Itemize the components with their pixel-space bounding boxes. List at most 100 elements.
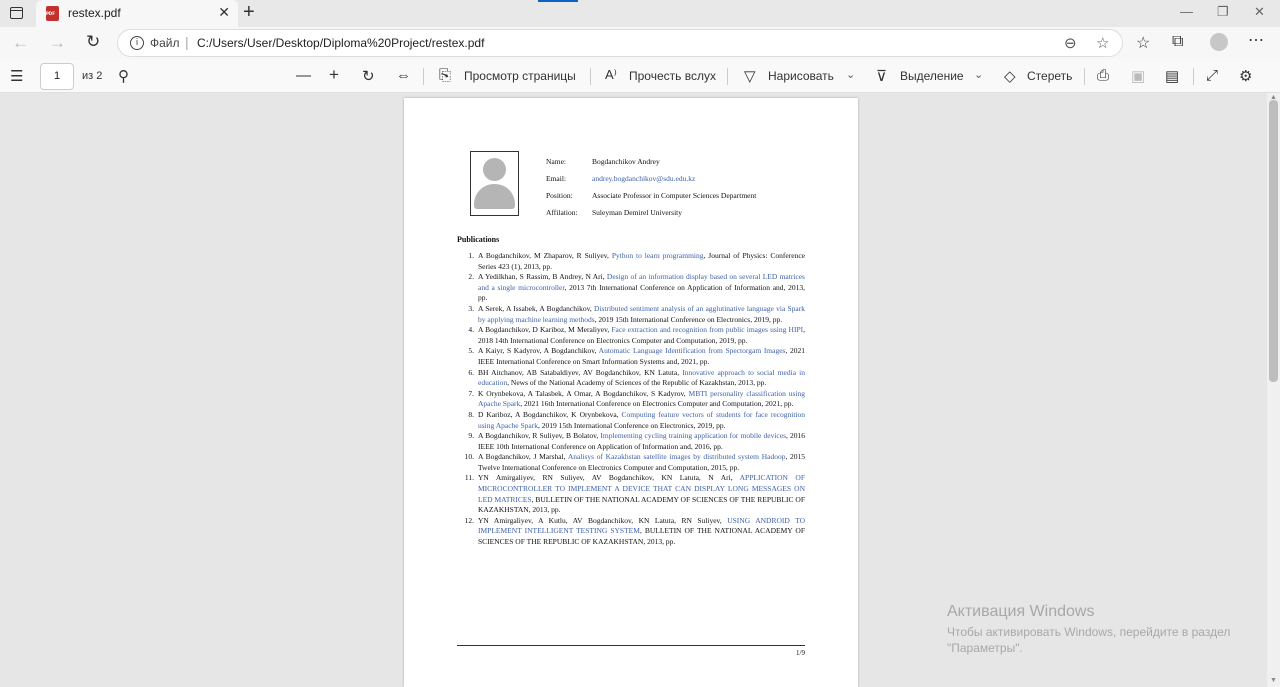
page-count: из 2 <box>82 70 103 82</box>
pub-number: 6. <box>468 367 474 377</box>
search-icon[interactable]: ⚲ <box>118 67 129 85</box>
more-options-icon[interactable]: ⋯ <box>1248 30 1265 50</box>
separator <box>727 68 728 85</box>
pub-title-link[interactable]: Analisys of Kazakhstan satellite images … <box>568 452 786 461</box>
pub-number: 3. <box>468 303 474 313</box>
info-icon[interactable]: i <box>130 36 144 50</box>
pub-authors: D Kariboz, A Bogdanchikov, K Orynbekova, <box>478 409 622 419</box>
url-scheme-label: Файл <box>150 36 180 50</box>
publication-item: 4. A Bogdanchikov, D Kariboz, M Meraliyev… <box>457 325 805 346</box>
field-value: Suleyman Demirel University <box>592 208 682 217</box>
forward-icon[interactable]: → <box>49 33 66 53</box>
page-view-button[interactable]: Просмотр страницы <box>464 69 576 83</box>
pub-authors: A Bogdanchikov, R Suliyev, B Bolatov, <box>478 431 601 441</box>
scrollbar-thumb[interactable] <box>1269 100 1278 382</box>
pub-number: 4. <box>468 325 474 335</box>
read-aloud-button[interactable]: Прочесть вслух <box>629 69 716 83</box>
page-number-input[interactable]: 1 <box>40 63 74 90</box>
pub-title-link[interactable]: Python to learn programming <box>612 251 704 260</box>
contents-icon[interactable]: ☰ <box>10 67 23 85</box>
publication-item: 9. A Bogdanchikov, R Suliyev, B Bolatov, … <box>457 431 805 452</box>
footer-rule <box>457 645 805 646</box>
favorites-icon[interactable]: ☆ <box>1136 33 1150 53</box>
fit-page-icon[interactable]: ⇔ <box>396 67 411 84</box>
settings-icon[interactable]: ⚙ <box>1239 67 1252 85</box>
person-body-icon <box>474 184 515 209</box>
pub-authors: BH Aitchanov, AB Satabaldiyev, AV Bogdan… <box>478 367 683 377</box>
back-icon[interactable]: ← <box>12 33 29 53</box>
highlight-icon[interactable]: ⊽ <box>876 67 887 85</box>
reload-icon[interactable]: ↻ <box>86 32 100 52</box>
rotate-icon[interactable]: ↻ <box>362 67 375 85</box>
highlight-chevron-icon[interactable]: ⌄ <box>974 68 983 81</box>
draw-icon[interactable]: ▽ <box>744 67 756 85</box>
pub-number: 12. <box>464 515 474 525</box>
pub-details: , 2019 15th International Conference on … <box>538 420 726 430</box>
pub-number: 10. <box>464 452 474 462</box>
publication-item: 7. K Orynbekova, A Talasbek, A Omar, A Bo… <box>457 389 805 410</box>
pub-title-link[interactable]: Implementing cycling training applicatio… <box>600 431 786 440</box>
collections-icon[interactable]: ⧉ <box>1172 33 1183 51</box>
tab-close-icon[interactable]: ✕ <box>218 4 230 21</box>
pub-authors: A Bogdanchikov, M Zhaparov, R Suliyev, <box>478 251 612 260</box>
pub-number: 1. <box>468 251 474 260</box>
publication-item: 1. A Bogdanchikov, M Zhaparov, R Suliyev,… <box>457 251 805 272</box>
eraser-icon[interactable]: ◇ <box>1004 67 1016 85</box>
read-aloud-icon[interactable]: A⁾ <box>605 67 617 83</box>
pub-authors: A Serek, A Issabek, A Bogdanchikov, <box>478 303 594 313</box>
url-field[interactable]: i Файл | C:/Users/User/Desktop/Diploma%2… <box>117 29 1123 57</box>
pdf-page: Name: Bogdanchikov Andrey Email: andrey.… <box>404 98 858 687</box>
tab-bar: restex.pdf ✕ + — ❐ ✕ <box>0 0 1280 27</box>
publication-item: 10. A Bogdanchikov, J Marshal, Analisys o… <box>457 452 805 473</box>
pub-authors: YN Amirgaliyev, A Kutlu, AV Bogdanchikov… <box>478 515 728 525</box>
separator <box>1193 68 1194 85</box>
watermark-text-line2: "Параметры". <box>947 641 1023 655</box>
pub-authors: K Orynbekova, A Talasbek, A Omar, A Bogd… <box>478 388 689 398</box>
pub-authors: A Kaiyr, S Kadyrov, A Bogdanchikov, <box>478 346 599 356</box>
publication-item: 2. A Yedilkhan, S Rassim, B Andrey, N Ari… <box>457 272 805 304</box>
save-as-icon[interactable]: ▤ <box>1165 67 1179 85</box>
tab-restex[interactable]: restex.pdf ✕ <box>36 0 238 27</box>
draw-chevron-icon[interactable]: ⌄ <box>846 68 855 81</box>
pub-number: 11. <box>464 473 474 483</box>
publication-item: 6. BH Aitchanov, AB Satabaldiyev, AV Bogd… <box>457 368 805 389</box>
save-icon[interactable]: ▣ <box>1131 67 1145 85</box>
watermark-title: Активация Windows <box>947 603 1095 620</box>
highlight-button[interactable]: Выделение <box>900 69 964 83</box>
field-value: Associate Professor in Computer Sciences… <box>592 191 757 200</box>
field-key: Email: <box>546 174 566 183</box>
page-view-icon[interactable]: ⎘ <box>439 67 451 84</box>
scroll-down-icon[interactable]: ▼ <box>1270 677 1277 684</box>
url-text[interactable]: C:/Users/User/Desktop/Diploma%20Project/… <box>197 36 484 50</box>
email-link[interactable]: andrey.bogdanchikov@sdu.edu.kz <box>592 174 695 183</box>
profile-photo-placeholder <box>470 151 519 216</box>
restore-icon[interactable]: ❐ <box>1217 4 1229 20</box>
minimize-icon[interactable]: — <box>1180 4 1193 19</box>
zoom-icon[interactable]: ⊖ <box>1064 34 1077 52</box>
accent-line <box>538 0 578 2</box>
erase-button[interactable]: Стереть <box>1027 69 1072 83</box>
person-head-icon <box>483 158 506 181</box>
pub-number: 2. <box>468 272 474 282</box>
pub-number: 7. <box>468 388 474 398</box>
pub-title-link[interactable]: Automatic Language Identification from S… <box>599 346 786 355</box>
window-close-icon[interactable]: ✕ <box>1254 4 1265 20</box>
publication-item: 5. A Kaiyr, S Kadyrov, A Bogdanchikov, Au… <box>457 346 805 367</box>
pub-authors: YN Amirgaliyev, RN Suliyev, AV Bogdanchi… <box>478 473 740 483</box>
tab-actions-icon[interactable] <box>10 7 23 19</box>
add-favorite-icon[interactable]: ☆ <box>1096 34 1109 52</box>
pub-number: 8. <box>468 409 474 419</box>
publication-item: 3. A Serek, A Issabek, A Bogdanchikov, Di… <box>457 304 805 325</box>
pdf-toolbar: ☰ 1 из 2 ⚲ — + ↻ ⇔ ⎘ Просмотр страницы A… <box>0 60 1280 93</box>
pub-number: 9. <box>468 431 474 441</box>
profile-avatar[interactable] <box>1210 33 1228 51</box>
print-icon[interactable]: ⎙ <box>1097 67 1109 84</box>
field-key: Position: <box>546 191 573 200</box>
pub-title-link[interactable]: Face extraction and recognition from pub… <box>611 325 803 334</box>
zoom-out-icon[interactable]: — <box>296 67 311 84</box>
zoom-in-icon[interactable]: + <box>329 65 339 85</box>
fullscreen-icon[interactable]: ⤢ <box>1206 67 1218 84</box>
draw-button[interactable]: Нарисовать <box>768 69 834 83</box>
publication-item: 12. YN Amirgaliyev, A Kutlu, AV Bogdanchi… <box>457 516 805 548</box>
new-tab-icon[interactable]: + <box>243 1 255 24</box>
